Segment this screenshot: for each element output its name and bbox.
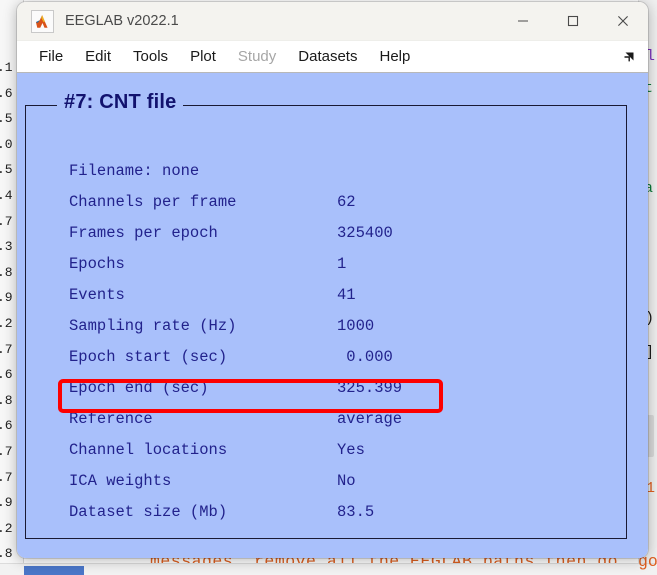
menu-item-edit[interactable]: Edit [74,45,122,68]
info-label: Channels per frame [69,192,237,211]
info-row: Epoch start (sec) 0.000 [69,341,489,372]
info-label: Epoch start (sec) [69,347,228,366]
menu-item-plot[interactable]: Plot [179,45,227,68]
info-row: Filename: none [69,155,489,186]
info-label: Frames per epoch [69,223,218,242]
info-value: average [337,409,403,428]
info-row: Events 41 [69,279,489,310]
info-row: Epoch end (sec) 325.399 [69,372,489,403]
info-value: No [337,471,356,490]
close-button[interactable] [598,2,648,40]
menu-item-file[interactable]: File [28,45,74,68]
info-label: ICA weights [69,471,172,490]
menubar: File Edit Tools Plot Study Datasets Help [17,41,648,73]
info-label: Sampling rate (Hz) [69,316,237,335]
info-row: Frames per epoch 325400 [69,217,489,248]
info-label: Dataset size (Mb) [69,502,228,521]
info-row: Sampling rate (Hz) 1000 [69,310,489,341]
info-row: Channel locations Yes [69,434,489,465]
expand-arrow-icon[interactable] [621,48,637,64]
menu-item-tools[interactable]: Tools [122,45,179,68]
window-controls [498,2,648,40]
dataset-info-list: Filename: none Channels per frame 62 Fra… [69,155,489,527]
info-label: Channel locations [69,440,228,459]
info-row: Epochs 1 [69,248,489,279]
info-value: Yes [337,440,365,459]
maximize-button[interactable] [548,2,598,40]
info-value: 325.399 [337,378,403,397]
info-label: Filename: none [69,161,200,180]
minimize-button[interactable] [498,2,548,40]
info-value: 1000 [337,316,375,335]
info-value: 325400 [337,223,393,242]
eeglab-window: EEGLAB v2022.1 File Edit Tools Plot Stud… [17,2,648,558]
dataset-info-panel: #7: CNT file Filename: none Channels per… [17,73,648,558]
info-value: 0.000 [337,347,393,366]
dataset-title: #7: CNT file [57,91,184,114]
window-titlebar[interactable]: EEGLAB v2022.1 [17,2,648,41]
info-value: 41 [337,285,356,304]
info-row-reference: Reference average [69,403,489,434]
info-row: Dataset size (Mb) 83.5 [69,496,489,527]
info-row: ICA weights No [69,465,489,496]
info-label: Events [69,285,125,304]
menu-item-study: Study [237,48,277,65]
matlab-icon [31,9,54,33]
info-row: Channels per frame 62 [69,186,489,217]
screen-root: .1 .6 .5 .0 .5 .4 .7 .3 .8 .9 .2 .7 .6 .… [0,0,657,575]
menu-item-help[interactable]: Help [368,45,421,68]
editor-tab-indicator[interactable] [24,566,84,575]
window-title: EEGLAB v2022.1 [65,13,179,29]
editor-statusbar [0,563,657,575]
info-value: 1 [337,254,347,273]
info-value: 62 [337,192,356,211]
info-value: 83.5 [337,502,375,521]
info-label: Epochs [69,254,125,273]
info-label: Epoch end (sec) [69,378,209,397]
menu-item-datasets[interactable]: Datasets [287,45,368,68]
info-label: Reference [69,409,153,428]
